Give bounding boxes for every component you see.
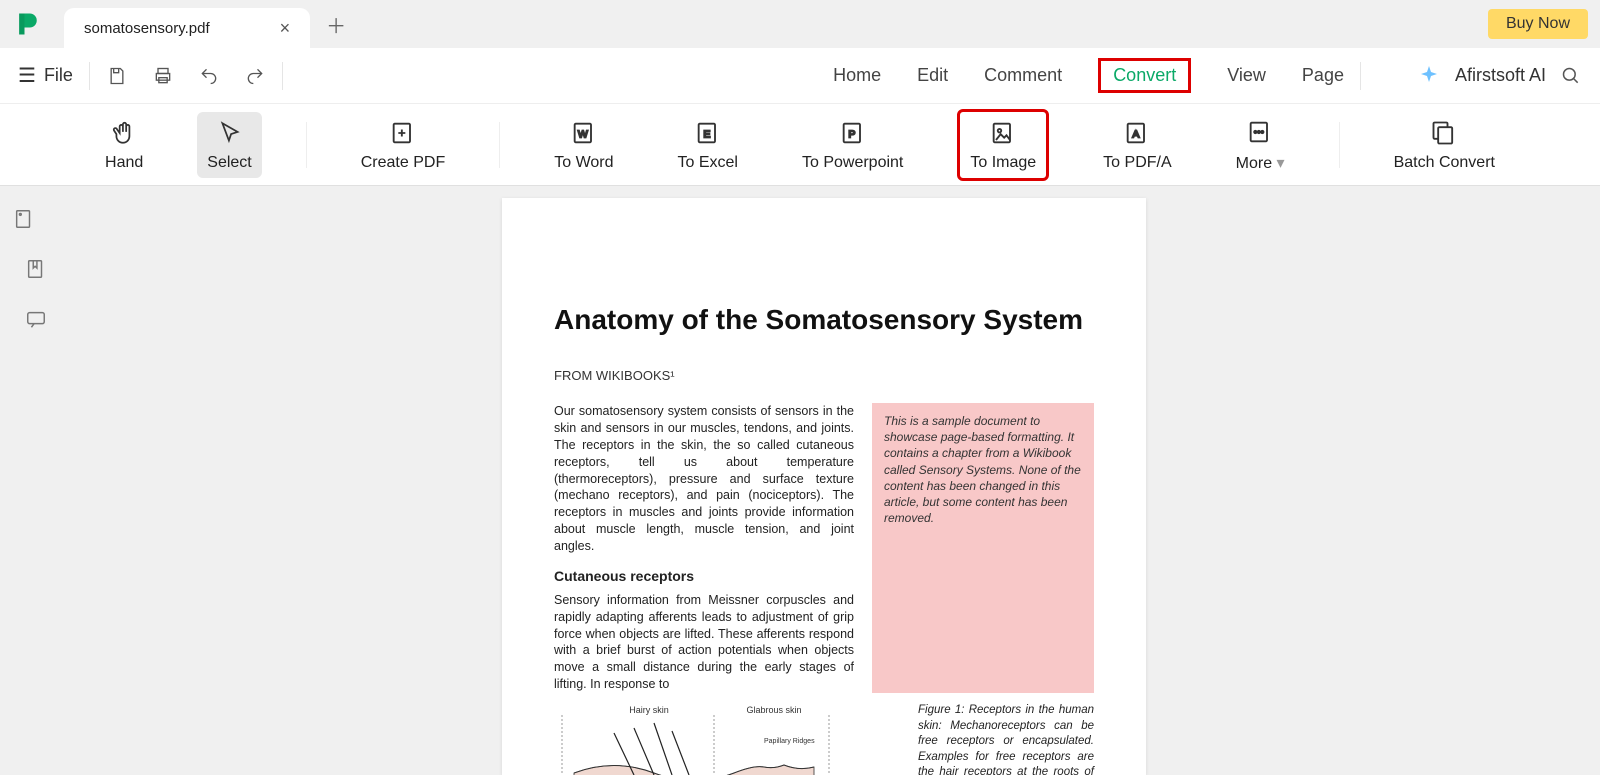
separator (282, 62, 283, 90)
redo-icon[interactable] (244, 65, 266, 87)
tool-more-label: More ▾ (1236, 153, 1285, 173)
figure-skin-diagram: Hairy skin Glabrous skin Papillary Ridge… (554, 703, 900, 775)
tool-to-excel-label: To Excel (678, 154, 738, 172)
save-icon[interactable] (106, 65, 128, 87)
hand-icon (109, 118, 139, 148)
document-source: FROM WIKIBOOKS¹ (554, 368, 1094, 383)
side-note: This is a sample document to showcase pa… (872, 403, 1094, 693)
new-tab-icon[interactable]: ＋ (326, 10, 346, 39)
pdf-page: Anatomy of the Somatosensory System FROM… (502, 198, 1146, 775)
svg-text:A: A (1133, 128, 1140, 140)
separator (1360, 62, 1361, 90)
chevron-down-icon: ▾ (1277, 155, 1285, 172)
tool-to-pdfa-label: To PDF/A (1103, 154, 1171, 172)
separator (89, 62, 90, 90)
document-title: Anatomy of the Somatosensory System (554, 304, 1094, 336)
section-heading: Cutaneous receptors (554, 567, 854, 586)
buy-now-button[interactable]: Buy Now (1488, 9, 1588, 39)
app-logo (12, 8, 44, 40)
ppt-icon: P (838, 118, 868, 148)
print-icon[interactable] (152, 65, 174, 87)
fig-label-hairy: Hairy skin (629, 705, 669, 715)
tool-select-label: Select (207, 154, 251, 172)
fig-label-glabrous: Glabrous skin (746, 705, 801, 715)
paragraph-intro: Our somatosensory system consists of sen… (554, 403, 854, 555)
figure-caption: Figure 1: Receptors in the human skin: M… (918, 703, 1094, 775)
batch-icon (1429, 118, 1459, 148)
tool-to-pdfa[interactable]: A To PDF/A (1093, 112, 1181, 178)
tool-to-word[interactable]: W To Word (544, 112, 623, 178)
tool-to-excel[interactable]: E To Excel (668, 112, 748, 178)
undo-icon[interactable] (198, 65, 220, 87)
tool-to-word-label: To Word (554, 154, 613, 172)
tool-to-image[interactable]: To Image (957, 109, 1049, 181)
bookmark-panel-icon[interactable] (25, 258, 47, 280)
thumbnail-panel-icon[interactable] (13, 208, 35, 230)
pdfa-icon: A (1122, 118, 1152, 148)
tab-convert[interactable]: Convert (1098, 58, 1191, 93)
word-icon: W (569, 118, 599, 148)
tool-batch-convert[interactable]: Batch Convert (1384, 112, 1505, 178)
tab-home[interactable]: Home (833, 65, 881, 86)
tab-page[interactable]: Page (1302, 65, 1344, 86)
tool-batch-convert-label: Batch Convert (1394, 154, 1495, 172)
document-tab[interactable]: somatosensory.pdf × (64, 8, 310, 48)
tool-to-powerpoint[interactable]: P To Powerpoint (792, 112, 913, 178)
tool-more[interactable]: More ▾ (1226, 111, 1295, 179)
comment-panel-icon[interactable] (25, 308, 47, 330)
tab-edit[interactable]: Edit (917, 65, 948, 86)
document-canvas[interactable]: Anatomy of the Somatosensory System FROM… (48, 186, 1600, 775)
tool-hand-label: Hand (105, 154, 143, 172)
search-icon[interactable] (1560, 65, 1582, 87)
tab-comment[interactable]: Comment (984, 65, 1062, 86)
separator (499, 122, 500, 168)
tool-to-powerpoint-label: To Powerpoint (802, 154, 903, 172)
image-icon (988, 118, 1018, 148)
create-pdf-icon (388, 118, 418, 148)
tool-create-pdf-label: Create PDF (361, 154, 445, 172)
file-menu[interactable]: File (44, 65, 73, 86)
separator (306, 122, 307, 168)
excel-icon: E (693, 118, 723, 148)
ai-label[interactable]: Afirstsoft AI (1455, 65, 1546, 86)
hamburger-icon[interactable]: ☰ (18, 63, 36, 88)
svg-text:E: E (703, 128, 710, 140)
tool-create-pdf[interactable]: Create PDF (351, 112, 455, 178)
tab-view[interactable]: View (1227, 65, 1266, 86)
tab-title: somatosensory.pdf (84, 20, 210, 37)
svg-text:P: P (848, 128, 855, 140)
fig-label-papillary: Papillary Ridges (764, 738, 815, 745)
tool-to-image-label: To Image (970, 154, 1036, 172)
more-icon (1245, 117, 1275, 147)
sparkle-icon (1417, 64, 1441, 88)
close-tab-icon[interactable]: × (280, 18, 291, 39)
paragraph-cutaneous: Sensory information from Meissner corpus… (554, 592, 854, 693)
tool-hand[interactable]: Hand (95, 112, 153, 178)
svg-text:W: W (578, 128, 588, 140)
separator (1339, 122, 1340, 168)
cursor-icon (215, 118, 245, 148)
tool-select[interactable]: Select (197, 112, 261, 178)
